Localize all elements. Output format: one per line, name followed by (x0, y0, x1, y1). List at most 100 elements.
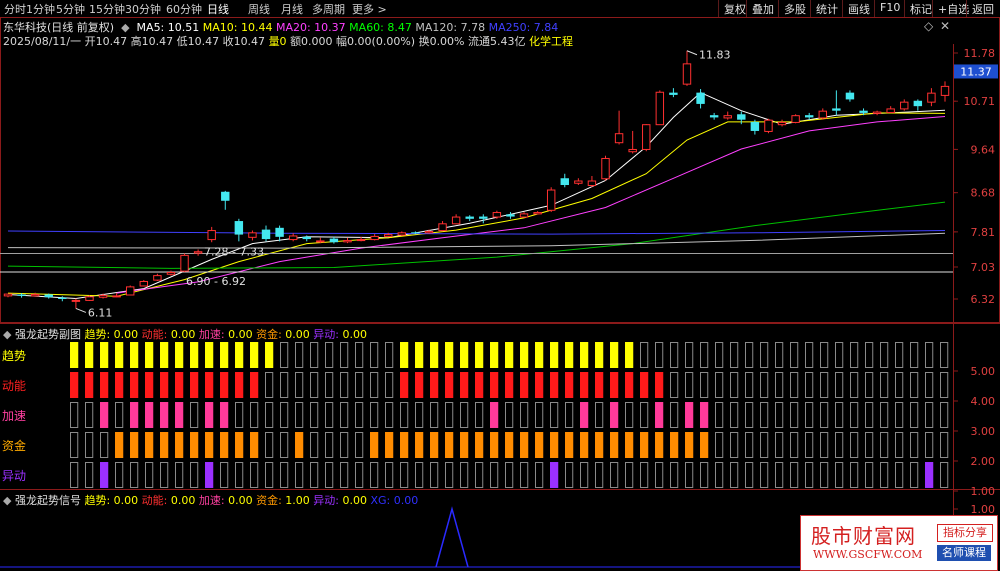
candlestick[interactable] (506, 212, 515, 219)
candle-body (126, 286, 135, 296)
candlestick[interactable] (71, 298, 81, 309)
sub1-title[interactable]: 强龙起势副图 (15, 328, 81, 341)
candlestick[interactable] (872, 110, 882, 116)
candlestick[interactable] (642, 124, 651, 152)
candlestick[interactable] (587, 176, 597, 188)
candlestick[interactable] (818, 108, 827, 120)
indicator-cell-trend (220, 342, 229, 368)
indicator-cell-trend (655, 342, 664, 368)
candlestick[interactable] (343, 237, 352, 244)
indicator-cell-trend (700, 342, 709, 368)
candlestick[interactable] (696, 89, 705, 109)
indicator-cell-energy (670, 372, 679, 398)
candlestick[interactable] (316, 237, 325, 244)
candlestick[interactable] (193, 249, 203, 256)
candle-body (574, 180, 583, 184)
indicator-value: 0.00 (110, 328, 139, 341)
candlestick[interactable] (900, 99, 909, 111)
indicator-cell-fund (610, 432, 619, 458)
indicator-cell-energy (805, 372, 814, 398)
candlestick[interactable] (126, 285, 135, 296)
candlestick[interactable] (886, 106, 895, 114)
indicator-cell-fund (580, 432, 589, 458)
candlestick[interactable] (533, 211, 542, 215)
indicator-value: 0.00 (110, 494, 139, 507)
sub2-title[interactable]: 强龙起势信号 (15, 494, 81, 507)
indicator-cell-energy (490, 372, 499, 398)
candle-body (832, 108, 841, 111)
candlestick[interactable] (546, 187, 556, 213)
candlestick[interactable] (927, 88, 936, 107)
candlestick[interactable] (709, 112, 719, 120)
candlestick[interactable] (655, 90, 665, 126)
indicator-cell-trend (790, 342, 799, 368)
candlestick[interactable] (180, 253, 189, 272)
indicator-cell-energy (610, 372, 619, 398)
candlestick[interactable] (845, 90, 855, 102)
candlestick[interactable] (682, 50, 692, 86)
kline-chart[interactable]: 11.78 10.71 9.64 8.68 7.81 7.03 6.32 11.37 11.8… (0, 0, 1000, 571)
candlestick[interactable] (628, 130, 637, 154)
candlestick[interactable] (723, 111, 732, 120)
candle-body (777, 121, 787, 126)
candlestick[interactable] (438, 221, 447, 232)
candlestick[interactable] (329, 236, 339, 244)
indicator-cell-fund (295, 432, 304, 458)
collapse-icon[interactable]: ◆ (3, 494, 11, 507)
indicator-cell-energy (265, 372, 274, 398)
candlestick[interactable] (139, 280, 149, 287)
candlestick[interactable] (614, 110, 624, 145)
indicator-cell-trend (595, 342, 604, 368)
candlestick[interactable] (451, 214, 461, 225)
indicator-cell-energy (160, 372, 169, 398)
ma20-line (116, 116, 946, 294)
indicator-cell-accel (370, 402, 379, 428)
candlestick[interactable] (261, 225, 271, 242)
candlestick[interactable] (574, 178, 583, 186)
candlestick[interactable] (804, 112, 814, 120)
candle-body (614, 133, 624, 144)
indicator-cell-accel (85, 402, 94, 428)
candlestick[interactable] (601, 155, 610, 181)
indicator-cell-energy (85, 372, 94, 398)
candlestick[interactable] (275, 225, 284, 242)
candlestick[interactable] (669, 88, 678, 98)
candlestick[interactable] (791, 114, 800, 124)
indicator-cell-trend (715, 342, 724, 368)
price-tick-label: 10.71 (964, 95, 996, 108)
candlestick[interactable] (370, 234, 379, 241)
candlestick[interactable] (397, 231, 407, 236)
candlestick[interactable] (234, 218, 244, 242)
candlestick[interactable] (519, 212, 529, 218)
candlestick[interactable] (465, 215, 474, 222)
candlestick[interactable] (940, 81, 950, 102)
collapse-icon[interactable]: ◆ (3, 328, 11, 341)
indicator-cell-abnorm (430, 462, 439, 488)
candlestick[interactable] (764, 118, 773, 134)
indicator-cell-trend (85, 342, 94, 368)
indicator-cell-energy (295, 372, 304, 398)
indicator-cell-accel (400, 402, 409, 428)
candlestick[interactable] (3, 293, 13, 298)
candlestick[interactable] (221, 190, 230, 210)
indicator-cell-abnorm (715, 462, 724, 488)
candlestick[interactable] (913, 99, 923, 111)
candlestick[interactable] (777, 119, 787, 127)
indicator-cell-abnorm (925, 462, 934, 488)
indicator-cell-abnorm (550, 462, 559, 488)
indicator-cell-trend (730, 342, 739, 368)
candlestick[interactable] (479, 214, 488, 224)
candlestick[interactable] (30, 292, 40, 297)
candlestick[interactable] (560, 173, 569, 188)
indicator-cell-energy (220, 372, 229, 398)
indicator-cell-trend (610, 342, 619, 368)
indicator-cell-accel (415, 402, 424, 428)
candlestick[interactable] (207, 226, 216, 243)
candlestick[interactable] (248, 230, 257, 241)
candlestick[interactable] (166, 270, 176, 276)
indicator-cell-accel (640, 402, 649, 428)
indicator-cell-fund (175, 432, 184, 458)
candlestick[interactable] (832, 90, 841, 116)
candlestick[interactable] (288, 233, 298, 242)
candlestick[interactable] (153, 273, 162, 281)
